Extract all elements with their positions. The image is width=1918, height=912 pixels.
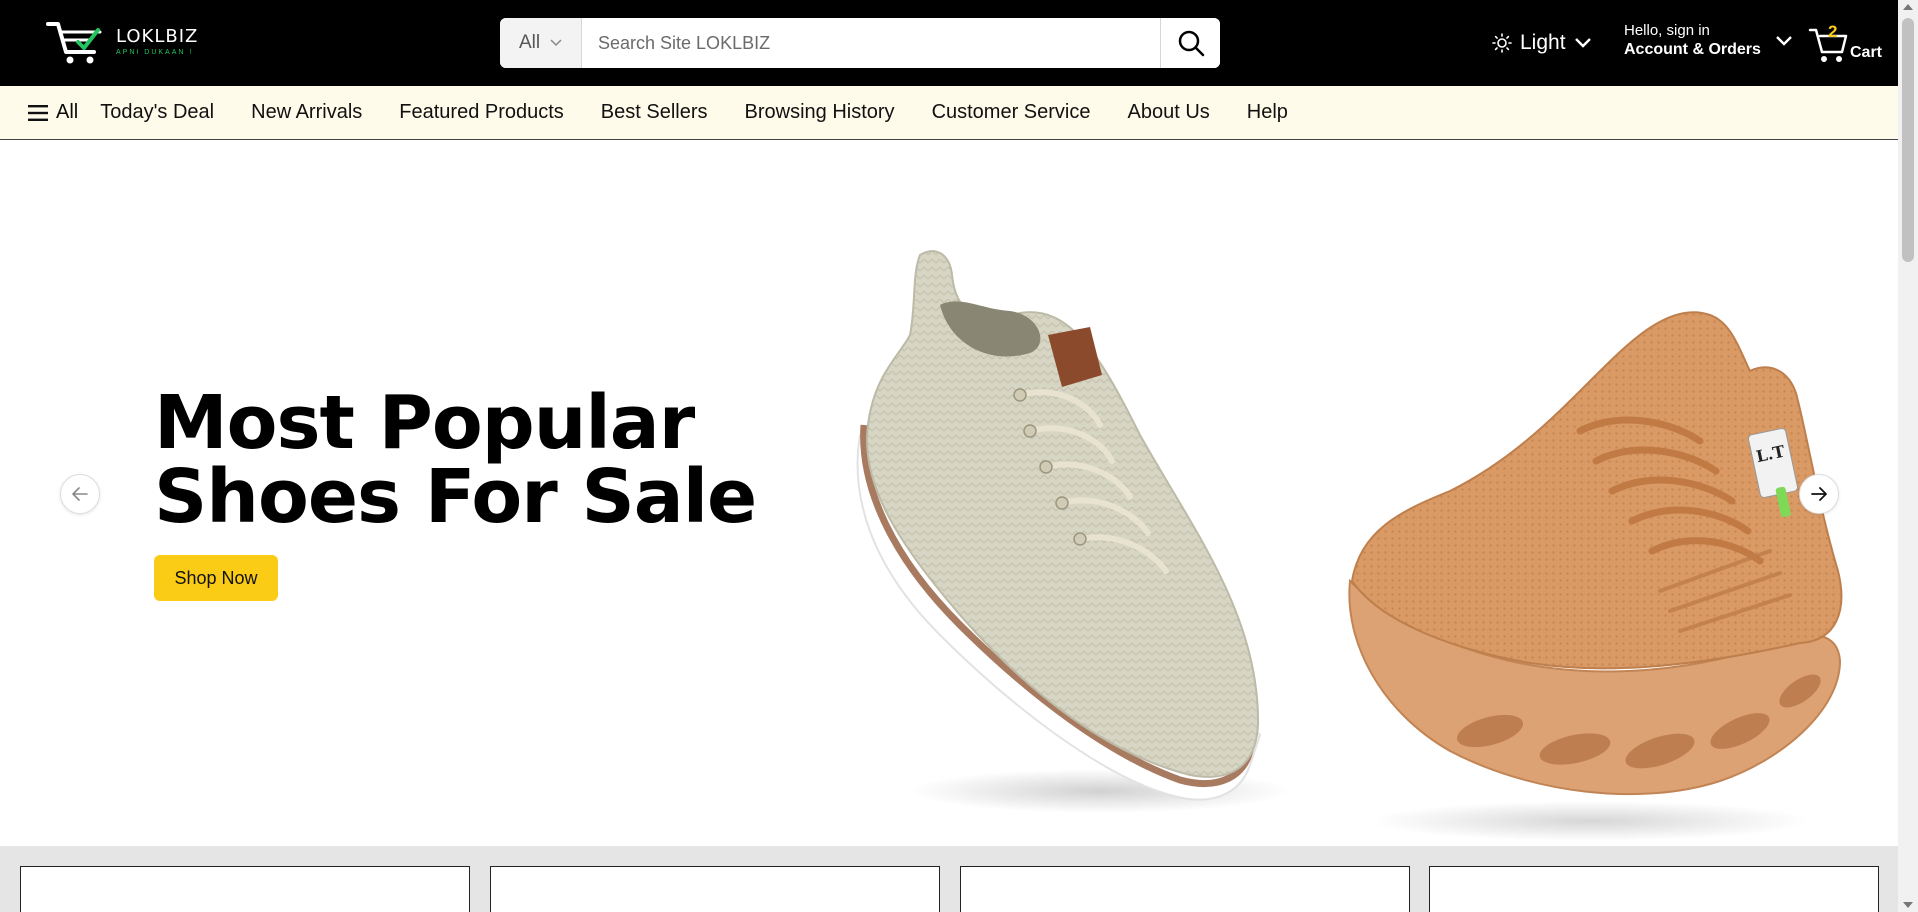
account-greeting: Hello, sign in <box>1624 22 1710 39</box>
cart-count-badge: 2 <box>1828 22 1838 41</box>
search-icon <box>1178 30 1204 57</box>
beige-shoe-image <box>856 250 1290 813</box>
account-menu[interactable]: Hello, sign in Account & Orders <box>1624 22 1793 59</box>
page-scrollbar[interactable] <box>1898 0 1918 912</box>
category-card[interactable] <box>20 866 470 912</box>
category-card[interactable] <box>960 866 1410 912</box>
site-logo[interactable]: LOKLBIZ APNI DUKAAN ! <box>44 16 214 68</box>
nav-item-todays-deal[interactable]: Today's Deal <box>100 101 214 124</box>
search-input[interactable] <box>582 18 1160 68</box>
category-card[interactable] <box>1429 866 1879 912</box>
scroll-down-arrow-icon[interactable] <box>1903 902 1913 908</box>
nav-item-browsing-history[interactable]: Browsing History <box>745 101 895 124</box>
search-category-select[interactable]: All <box>500 18 582 68</box>
cart-button[interactable]: 2 Cart <box>1808 20 1894 70</box>
logo-cart-icon <box>46 22 102 64</box>
hero-title-line-1: Most Popular <box>154 380 695 466</box>
nav-item-featured-products[interactable]: Featured Products <box>399 101 564 124</box>
account-label: Account & Orders <box>1624 41 1761 58</box>
main-nav: All Today's Deal New Arrivals Featured P… <box>0 86 1898 140</box>
top-header: LOKLBIZ APNI DUKAAN ! All Light <box>0 0 1898 86</box>
nav-item-new-arrivals[interactable]: New Arrivals <box>251 101 362 124</box>
scroll-up-arrow-icon[interactable] <box>1903 4 1913 10</box>
search-bar: All <box>500 18 1220 68</box>
logo-tagline: APNI DUKAAN ! <box>116 49 194 56</box>
nav-all-menu[interactable]: All <box>28 101 78 124</box>
search-button[interactable] <box>1160 18 1220 68</box>
carousel-next-button[interactable] <box>1799 474 1839 514</box>
nav-item-about-us[interactable]: About Us <box>1128 101 1210 124</box>
category-cards-section <box>0 846 1898 912</box>
carousel-prev-button[interactable] <box>60 474 100 514</box>
chevron-down-icon <box>550 39 562 47</box>
nav-item-help[interactable]: Help <box>1247 101 1288 124</box>
cart-label: Cart <box>1850 44 1883 61</box>
arrow-left-icon <box>72 487 88 501</box>
arrow-right-icon <box>1811 487 1827 501</box>
nav-item-best-sellers[interactable]: Best Sellers <box>601 101 708 124</box>
nav-all-label: All <box>56 101 79 123</box>
theme-toggle[interactable]: Light <box>1492 26 1592 60</box>
shop-now-button[interactable]: Shop Now <box>154 555 278 601</box>
search-category-label: All <box>518 32 541 53</box>
theme-label: Light <box>1520 31 1566 54</box>
nav-item-customer-service[interactable]: Customer Service <box>932 101 1091 124</box>
chevron-down-icon <box>1574 38 1591 48</box>
hero-title: Most Popular Shoes For Sale <box>154 380 757 540</box>
hamburger-icon <box>28 104 48 121</box>
logo-name: LOKLBIZ <box>116 26 199 47</box>
tan-shoe-image: L.T <box>1348 311 1843 841</box>
category-card[interactable] <box>490 866 940 912</box>
chevron-down-icon <box>1776 35 1792 46</box>
scroll-thumb[interactable] <box>1902 18 1914 262</box>
sun-icon <box>1492 33 1512 53</box>
hero-title-line-2: Shoes For Sale <box>154 454 757 540</box>
hero-carousel: Most Popular Shoes For Sale Shop Now L.T <box>0 141 1898 846</box>
